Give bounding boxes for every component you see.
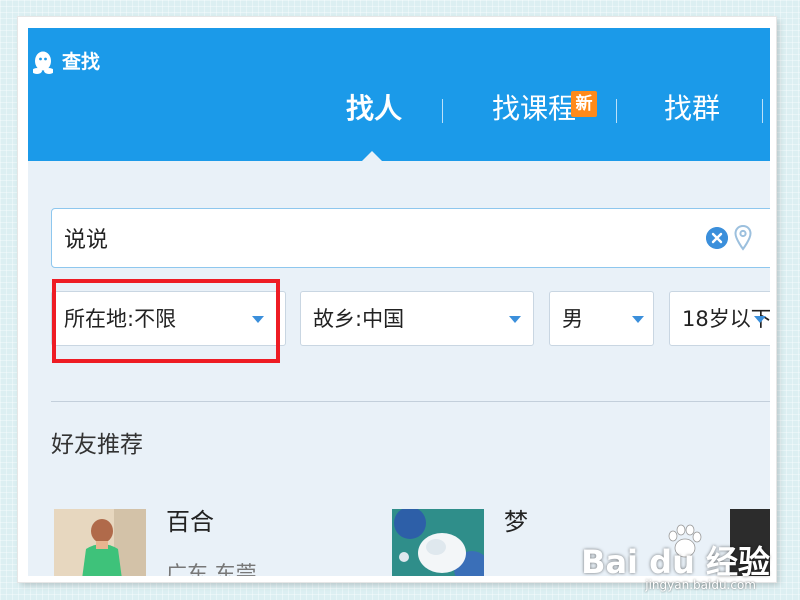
watermark: Bai du 经验 bbox=[581, 543, 770, 581]
clear-icon[interactable] bbox=[706, 227, 728, 249]
tab-find-courses[interactable]: 找课程 bbox=[492, 91, 576, 127]
hometown-filter[interactable]: 故乡:中国 bbox=[300, 291, 534, 346]
watermark-url: jingyan.baidu.com bbox=[645, 578, 756, 592]
friend-avatar[interactable] bbox=[54, 509, 146, 576]
chevron-down-icon bbox=[509, 316, 521, 323]
active-tab-indicator bbox=[362, 151, 382, 161]
hometown-filter-label: 故乡:中国 bbox=[313, 307, 405, 331]
tab-separator bbox=[616, 99, 617, 123]
app-title: 查找 bbox=[62, 51, 101, 73]
tab-separator bbox=[442, 99, 443, 123]
find-window: 查找 找人 找课程 新 找群 所在地:不限 故乡 bbox=[28, 28, 770, 576]
location-filter-label: 所在地:不限 bbox=[64, 307, 177, 331]
search-input[interactable] bbox=[64, 223, 664, 253]
friend-name[interactable]: 梦 bbox=[504, 507, 528, 537]
new-badge: 新 bbox=[571, 91, 597, 117]
avatar-photo bbox=[54, 509, 146, 576]
gender-filter[interactable]: 男 bbox=[549, 291, 654, 346]
header-bar: 查找 找人 找课程 新 找群 bbox=[28, 28, 770, 161]
tab-find-groups[interactable]: 找群 bbox=[664, 91, 720, 127]
friend-location: 广东 东莞 bbox=[166, 562, 257, 576]
section-title: 好友推荐 bbox=[51, 432, 143, 458]
gender-filter-label: 男 bbox=[562, 307, 583, 331]
screenshot-frame: 查找 找人 找课程 新 找群 所在地:不限 故乡 bbox=[18, 17, 776, 582]
search-box[interactable] bbox=[51, 208, 770, 268]
chevron-down-icon bbox=[754, 316, 766, 323]
friend-name[interactable]: 百合 bbox=[166, 507, 214, 537]
location-pin-icon[interactable] bbox=[734, 225, 752, 251]
chevron-down-icon bbox=[632, 316, 644, 323]
section-divider bbox=[51, 401, 770, 402]
qq-penguin-icon bbox=[33, 51, 53, 74]
tab-separator bbox=[762, 99, 763, 123]
tab-find-people[interactable]: 找人 bbox=[346, 91, 402, 127]
chevron-down-icon bbox=[252, 316, 264, 323]
location-filter[interactable]: 所在地:不限 bbox=[51, 291, 286, 346]
friend-avatar[interactable] bbox=[392, 509, 484, 576]
avatar-photo bbox=[392, 509, 484, 576]
age-filter[interactable]: 18岁以下 bbox=[669, 291, 770, 346]
